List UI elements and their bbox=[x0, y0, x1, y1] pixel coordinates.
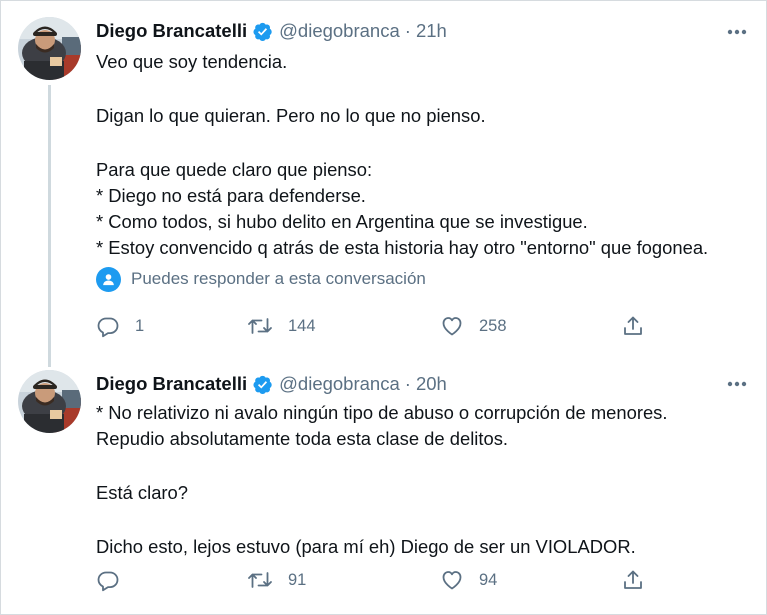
like-count: 258 bbox=[479, 316, 507, 335]
share-icon bbox=[624, 316, 642, 335]
reply-count: 1 bbox=[135, 316, 145, 335]
share-icon bbox=[624, 570, 642, 589]
verified-badge-icon bbox=[253, 22, 272, 41]
separator-dot: · bbox=[404, 373, 411, 394]
tweet-header: Diego Brancatelli @diegobranca · 20h bbox=[96, 371, 447, 397]
tweet-text-line: * No relativizo ni avalo ningún tipo de … bbox=[96, 402, 668, 423]
tweet-text-line: Digan lo que quieran. Pero no lo que no … bbox=[96, 105, 486, 126]
tweet-thread: Diego Brancatelli @diegobranca · 21h Veo… bbox=[0, 0, 767, 615]
reply-notice-text: Puedes responder a esta conversación bbox=[131, 269, 426, 288]
author-handle[interactable]: @diegobranca bbox=[279, 20, 400, 42]
like-button[interactable]: 94 bbox=[440, 567, 497, 593]
tweet-actions: 1 144 258 bbox=[96, 313, 656, 339]
more-options-icon[interactable] bbox=[725, 374, 749, 394]
tweet-text: * No relativizo ni avalo ningún tipo de … bbox=[96, 400, 756, 560]
retweet-count: 91 bbox=[288, 570, 307, 589]
avatar[interactable] bbox=[18, 17, 81, 80]
tweet-text-line: Dicho esto, lejos estuvo (para mí eh) Di… bbox=[96, 536, 636, 557]
avatar[interactable] bbox=[18, 370, 81, 433]
tweet[interactable]: Diego Brancatelli @diegobranca · 20h * N… bbox=[1, 357, 766, 614]
like-count: 94 bbox=[479, 570, 498, 589]
tweet-text-line: * Como todos, si hubo delito en Argentin… bbox=[96, 211, 588, 232]
reply-button[interactable] bbox=[96, 567, 135, 593]
like-button[interactable]: 258 bbox=[440, 313, 507, 339]
tweet[interactable]: Diego Brancatelli @diegobranca · 21h Veo… bbox=[1, 1, 766, 367]
tweet-text-line: * Estoy convencido q atrás de esta histo… bbox=[96, 237, 709, 258]
more-options-icon[interactable] bbox=[725, 22, 749, 42]
timestamp[interactable]: 21h bbox=[416, 20, 447, 42]
author-handle[interactable]: @diegobranca bbox=[279, 373, 400, 395]
tweet-text-line: * Diego no está para defenderse. bbox=[96, 185, 366, 206]
timestamp[interactable]: 20h bbox=[416, 373, 447, 395]
separator-dot: · bbox=[404, 20, 411, 41]
tweet-text: Veo que soy tendencia. Digan lo que quie… bbox=[96, 49, 756, 261]
retweet-icon bbox=[248, 572, 272, 588]
retweet-count: 144 bbox=[288, 316, 316, 335]
person-icon bbox=[96, 266, 121, 292]
author-name[interactable]: Diego Brancatelli bbox=[96, 20, 247, 42]
reply-permission-notice: Puedes responder a esta conversación bbox=[96, 266, 426, 292]
tweet-text-line: Para que quede claro que pienso: bbox=[96, 159, 373, 180]
share-button[interactable] bbox=[621, 313, 645, 339]
tweet-header: Diego Brancatelli @diegobranca · 21h bbox=[96, 18, 447, 44]
heart-icon bbox=[442, 317, 462, 336]
avatar-photo bbox=[18, 17, 81, 80]
reply-button[interactable]: 1 bbox=[96, 313, 144, 339]
avatar-photo bbox=[18, 370, 81, 433]
tweet-text-line: Está claro? bbox=[96, 482, 188, 503]
author-name[interactable]: Diego Brancatelli bbox=[96, 373, 247, 395]
share-button[interactable] bbox=[621, 567, 645, 593]
retweet-button[interactable]: 91 bbox=[247, 567, 306, 593]
tweet-actions: 91 94 bbox=[96, 567, 656, 593]
reply-icon bbox=[97, 571, 119, 592]
retweet-button[interactable]: 144 bbox=[247, 313, 316, 339]
heart-icon bbox=[442, 571, 462, 590]
reply-icon bbox=[97, 317, 119, 338]
retweet-icon bbox=[248, 318, 272, 334]
thread-connector-line bbox=[48, 85, 51, 367]
verified-badge-icon bbox=[253, 375, 272, 394]
tweet-text-line: Repudio absolutamente toda esta clase de… bbox=[96, 428, 509, 449]
tweet-text-line: Veo que soy tendencia. bbox=[96, 51, 288, 72]
